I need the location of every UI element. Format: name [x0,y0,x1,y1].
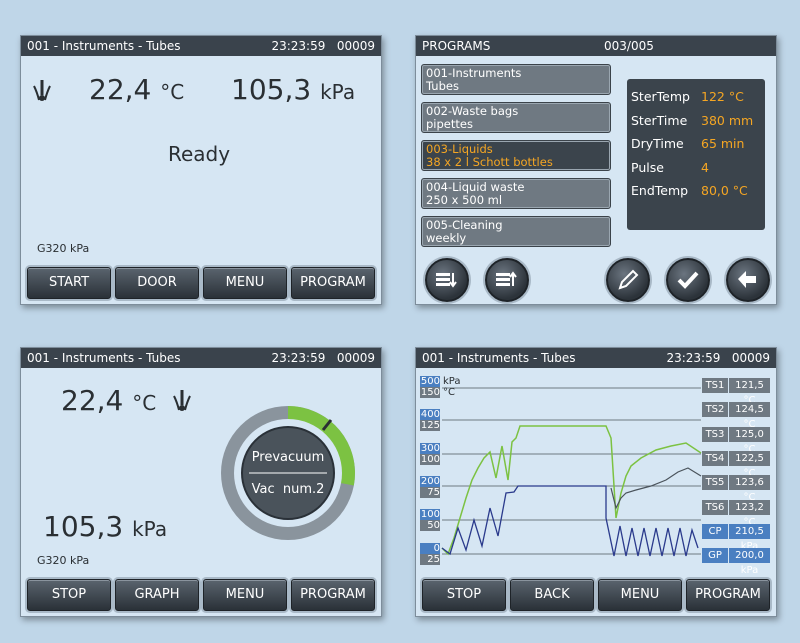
sensor-readout: TS4 122,5 °C [702,451,770,479]
program-button[interactable]: PROGRAM [686,579,770,611]
program-item[interactable]: 005-Cleaning weekly [421,216,611,247]
menu-button[interactable]: MENU [598,579,682,611]
sensor-readout: TS3 125,0 °C [702,427,770,455]
pencil-icon [618,269,639,290]
list-up-button[interactable] [485,258,529,302]
temp-axis-label: 100 [420,454,440,465]
sensor-readout: TS6 123,2 °C [702,500,770,528]
list-down-icon [436,273,457,288]
thermometer-icon [31,78,53,108]
door-button[interactable]: DOOR [115,267,199,299]
menu-button[interactable]: MENU [203,579,287,611]
status-text: Ready [168,142,231,166]
temperature-readout: 22,4 °C [89,73,185,106]
vac-label: Vac num.2 [251,482,325,497]
stop-button[interactable]: STOP [27,579,111,611]
pressure-axis-label: 400 [420,409,440,420]
temp-unit: °C [443,387,455,398]
program-item[interactable]: 004-Liquid waste 250 x 500 ml [421,178,611,209]
temperature-curve [441,425,702,556]
pressure-curve [441,485,699,557]
title-bar: 001 - Instruments - Tubes 23:23:59 00009 [21,348,381,368]
program-item[interactable]: 002-Waste bags pipettes [421,102,611,133]
temperature-readout: 22,4 °C [61,384,157,417]
back-button[interactable] [726,258,770,302]
list-down-button[interactable] [425,258,469,302]
sensor-readout: TS2 124,5 °C [702,402,770,430]
program-item[interactable]: 001-Instruments Tubes [421,64,611,95]
phase-label: Prevacuum [251,450,325,465]
temp-axis-label: 125 [420,420,440,431]
pressure-readout: 105,3 kPa [231,73,356,106]
program-button[interactable]: PROGRAM [291,267,375,299]
chamber-pressure-readout: CP 210,5 kPa [702,524,770,552]
temp-axis-label: 75 [420,487,440,498]
program-button[interactable]: PROGRAM [291,579,375,611]
status-panel: 001 - Instruments - Tubes 23:23:59 00009… [20,35,382,305]
sensor-curve [610,467,702,510]
pressure-unit: kPa [443,376,461,387]
graph-button[interactable]: GRAPH [115,579,199,611]
stop-button[interactable]: STOP [422,579,506,611]
menu-button[interactable]: MENU [203,267,287,299]
sensor-readout: TS5 123,6 °C [702,475,770,503]
time-counter: 23:23:59 00009 [271,39,375,53]
gauge-pressure: G320 kPa [37,242,90,255]
program-title: 001 - Instruments - Tubes [422,351,576,365]
check-icon [677,271,699,289]
pressure-axis-label: 300 [420,443,440,454]
program-title: 001 - Instruments - Tubes [27,39,181,53]
thermometer-icon [171,388,193,418]
pressure-axis-label: 0 [420,543,440,554]
title-bar: 001 - Instruments - Tubes 23:23:59 00009 [416,348,776,368]
temp-axis-label: 150 [420,387,440,398]
gauge-pressure-readout: GP 200,0 kPa [702,548,770,576]
confirm-button[interactable] [666,258,710,302]
program-item-selected[interactable]: 003-Liquids 38 x 2 l Schott bottles [421,140,611,171]
pressure-axis-label: 200 [420,476,440,487]
start-button[interactable]: START [27,267,111,299]
temp-axis-label: 25 [420,554,440,565]
programs-panel: PROGRAMS 003/005 001-Instruments Tubes 00… [415,35,777,305]
edit-button[interactable] [606,258,650,302]
list-up-icon [496,271,517,286]
back-arrow-icon [738,271,756,288]
programs-title: PROGRAMS [422,39,491,53]
pressure-axis-label: 100 [420,509,440,520]
page-indicator: 003/005 [604,39,654,53]
progress-dial [221,406,355,540]
title-bar: 001 - Instruments - Tubes 23:23:59 00009 [21,36,381,56]
time-counter: 23:23:59 00009 [271,351,375,365]
gauge-pressure: G320 kPa [37,554,90,567]
time-counter: 23:23:59 00009 [666,351,770,365]
temp-axis-label: 50 [420,520,440,531]
pressure-axis-label: 500 [420,376,440,387]
graph-panel: 001 - Instruments - Tubes 23:23:59 00009… [415,347,777,617]
title-bar: PROGRAMS 003/005 [416,36,776,56]
cycle-panel: 001 - Instruments - Tubes 23:23:59 00009… [20,347,382,617]
program-title: 001 - Instruments - Tubes [27,351,181,365]
sensor-readout: TS1 121,5 °C [702,378,770,406]
back-button[interactable]: BACK [510,579,594,611]
program-details: SterTemp 122 °C SterTime 380 mm DryTime 65 … [627,79,765,230]
pressure-readout: 105,3 kPa [43,510,168,543]
